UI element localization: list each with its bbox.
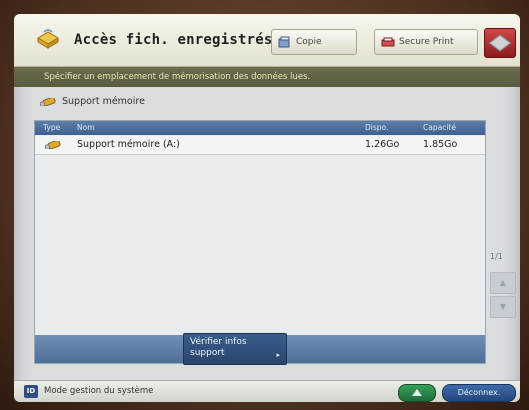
main-menu-icon (488, 34, 512, 52)
tab-copy[interactable]: Copie (271, 29, 357, 55)
header-bar: Accès fich. enregistrés Copie Secure Pri… (14, 14, 520, 67)
breadcrumb-label: Support mémoire (62, 96, 145, 107)
logout-button[interactable]: Déconnex. (442, 384, 516, 402)
secure-print-icon (381, 37, 395, 47)
list-footer: Vérifier infos support ▸ (35, 333, 485, 365)
usb-stick-icon (40, 97, 56, 106)
row-name: Support mémoire (A:) (77, 139, 180, 150)
row-available: 1.26Go (365, 139, 400, 150)
column-header-name: Nom (77, 123, 95, 132)
table-row[interactable]: Support mémoire (A:) 1.26Go 1.85Go (35, 136, 485, 155)
page-indicator: 1/1 (490, 252, 503, 261)
file-access-icon (37, 29, 59, 49)
row-capacity: 1.85Go (423, 139, 458, 150)
list-header: Type Nom Dispo. Capacité (35, 121, 485, 135)
storage-list: Type Nom Dispo. Capacité Support mémoire… (34, 120, 486, 365)
arrow-right-icon: ▸ (276, 351, 280, 359)
id-badge: ID (24, 385, 38, 398)
column-header-available: Dispo. (365, 123, 389, 132)
column-header-capacity: Capacité (423, 123, 456, 132)
instruction-bar: Spécifier un emplacement de mémorisation… (14, 67, 520, 87)
verify-button-line2: support (190, 348, 225, 358)
page-down-button[interactable]: ▼ (490, 296, 516, 318)
status-bar: ID Mode gestion du système Déconnex. (14, 380, 520, 402)
system-management-mode-text: Mode gestion du système (44, 386, 154, 396)
main-menu-button[interactable] (484, 28, 516, 58)
eject-icon (412, 389, 422, 396)
page-title: Accès fich. enregistrés (74, 32, 273, 48)
copy-icon (278, 36, 290, 48)
verify-button-line1: Vérifier infos (190, 337, 247, 347)
breadcrumb[interactable]: Support mémoire (40, 96, 145, 107)
page-up-button[interactable]: ▲ (490, 272, 516, 294)
tab-copy-label: Copie (296, 37, 322, 47)
touch-screen: Accès fich. enregistrés Copie Secure Pri… (14, 14, 520, 402)
verify-media-info-button[interactable]: Vérifier infos support ▸ (183, 333, 287, 365)
column-header-type: Type (43, 123, 61, 132)
arrow-up-icon: ▲ (499, 278, 507, 287)
tab-secure-print-label: Secure Print (399, 37, 454, 47)
arrow-down-icon: ▼ (499, 302, 507, 311)
status-monitor-button[interactable] (398, 384, 436, 402)
usb-stick-icon (45, 141, 61, 149)
tab-secure-print[interactable]: Secure Print (374, 29, 478, 55)
